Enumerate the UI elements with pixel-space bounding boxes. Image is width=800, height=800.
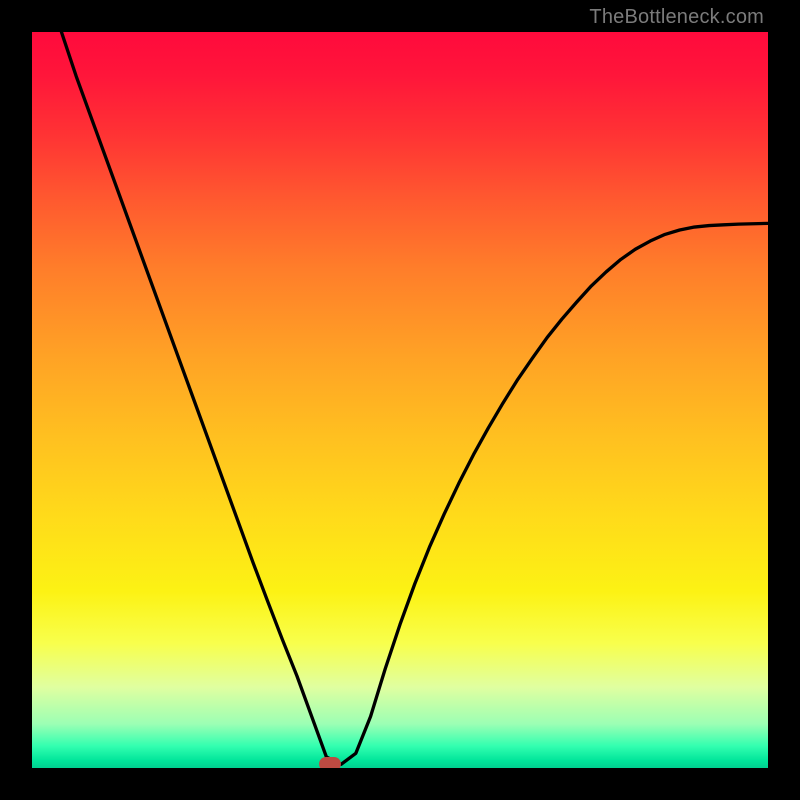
chart-frame: TheBottleneck.com	[0, 0, 800, 800]
minimum-marker	[319, 757, 341, 768]
plot-area	[32, 32, 768, 768]
bottleneck-curve-path	[61, 32, 768, 764]
curve-svg	[32, 32, 768, 768]
watermark-text: TheBottleneck.com	[589, 6, 764, 29]
